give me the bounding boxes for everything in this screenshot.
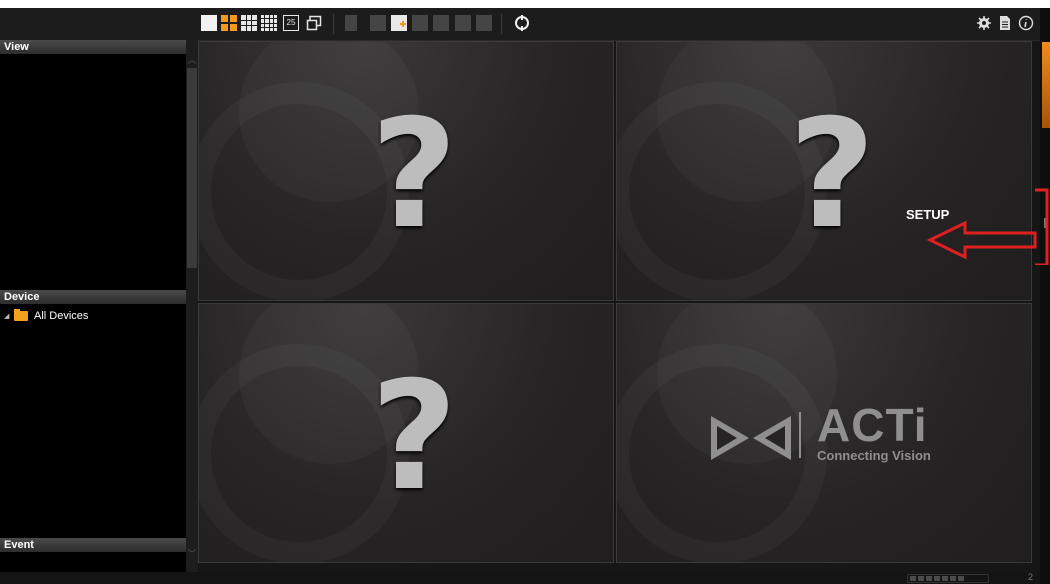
rename-view-icon[interactable] — [433, 15, 449, 31]
status-count: 2 — [1028, 572, 1034, 582]
logo-divider — [799, 412, 801, 458]
sixteen-layout-icon[interactable] — [261, 15, 277, 31]
video-cell[interactable]: ACTi Connecting Vision — [616, 303, 1032, 563]
event-section-header[interactable]: Event — [0, 538, 186, 552]
add-group-icon[interactable] — [455, 15, 471, 31]
scroll-down-icon[interactable]: ﹀ — [186, 548, 198, 560]
sidebar-scrollbar[interactable]: ︿ ﹀ — [186, 40, 198, 572]
setup-gear-icon[interactable] — [976, 14, 992, 32]
scroll-up-icon[interactable]: ︿ — [186, 54, 198, 66]
orange-side-tab[interactable] — [1042, 42, 1050, 128]
video-grid: ? ? ? ACTi Connecting Vision — [198, 41, 1034, 572]
acti-logo: ACTi Connecting Vision — [709, 399, 969, 474]
tree-item-label: All Devices — [34, 310, 89, 322]
video-cell[interactable]: ? — [198, 41, 614, 301]
logo-wordmark: ACTi — [817, 399, 928, 451]
app-window: 25 View Device ◢ All Devices Event ︿ ﹀ ?… — [0, 8, 1050, 584]
expand-arrow-icon[interactable]: ◢ — [4, 312, 12, 320]
scrollbar-thumb[interactable] — [187, 68, 197, 268]
logo-tagline: Connecting Vision — [817, 448, 931, 463]
window-icon[interactable] — [306, 15, 322, 31]
twenty-five-layout-icon[interactable]: 25 — [283, 15, 299, 31]
butterfly-logo-icon — [711, 416, 791, 460]
status-bar: 2 — [0, 572, 1040, 584]
nine-layout-icon[interactable] — [241, 15, 257, 31]
unknown-camera-icon: ? — [370, 350, 458, 524]
document-icon[interactable] — [997, 14, 1013, 32]
volume-meter[interactable] — [907, 574, 989, 583]
edit-group-icon[interactable] — [476, 15, 492, 31]
view-section-header[interactable]: View — [0, 40, 186, 54]
setup-arrow-icon — [926, 188, 1049, 265]
toolbar-separator — [501, 14, 502, 34]
video-cell[interactable]: ? — [198, 303, 614, 563]
toolbar-separator — [333, 14, 334, 34]
unknown-camera-icon: ? — [370, 88, 458, 262]
single-layout-icon[interactable] — [201, 15, 217, 31]
page-icon[interactable] — [345, 15, 357, 31]
unknown-camera-icon: ? — [788, 88, 876, 262]
add-view-icon[interactable] — [391, 15, 407, 31]
quad-layout-icon[interactable] — [221, 15, 237, 31]
edit-view-icon[interactable] — [370, 15, 386, 31]
tree-item-all-devices[interactable]: ◢ All Devices — [4, 309, 88, 323]
toolbar: 25 — [0, 8, 1040, 41]
info-icon[interactable] — [1018, 14, 1034, 32]
device-section-header[interactable]: Device — [0, 290, 186, 304]
sidebar: View Device ◢ All Devices Event ︿ ﹀ — [0, 40, 198, 572]
folder-icon — [14, 309, 28, 321]
delete-view-icon[interactable] — [412, 15, 428, 31]
refresh-icon[interactable] — [513, 14, 531, 32]
